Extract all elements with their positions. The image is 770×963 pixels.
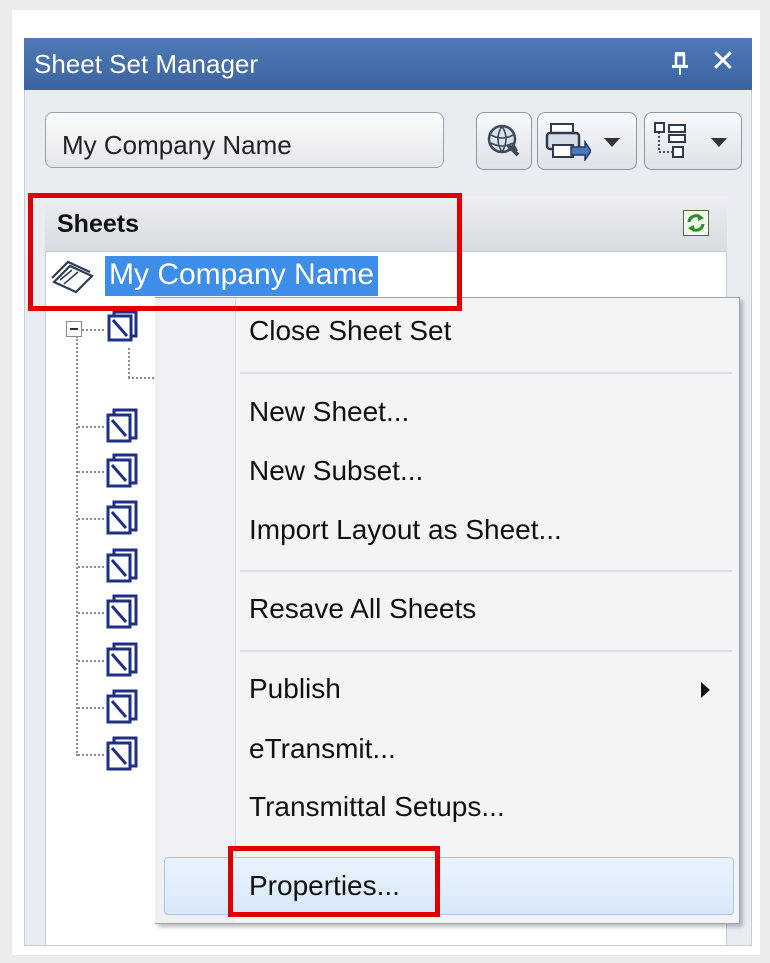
sheet-icon: [106, 594, 138, 629]
pin-icon[interactable]: [666, 48, 694, 83]
tree-connector: [78, 566, 104, 568]
close-icon[interactable]: ✕: [706, 44, 740, 79]
menu-item-new-subset[interactable]: New Subset...: [249, 455, 423, 487]
globe-search-button[interactable]: [476, 112, 532, 170]
menu-item-import-layout[interactable]: Import Layout as Sheet...: [249, 514, 562, 546]
sheet-icon: [106, 453, 138, 488]
menu-gutter-divider: [235, 298, 236, 858]
submenu-arrow-icon: [701, 682, 710, 698]
sheet-icon: [106, 689, 138, 724]
panel-titlebar[interactable]: Sheet Set Manager ✕: [24, 38, 752, 90]
sheet-icon: [106, 408, 138, 443]
subset-icon: [107, 310, 138, 342]
menu-item-publish[interactable]: Publish: [249, 673, 341, 705]
menu-item-transmittal-setups[interactable]: Transmittal Setups...: [249, 791, 505, 823]
highlight-box-sheets-root: [28, 193, 462, 311]
tree-connector: [82, 329, 104, 331]
tree-connector: [128, 377, 154, 379]
sheet-icon: [106, 548, 138, 583]
panel-title: Sheet Set Manager: [34, 49, 259, 79]
view-options-button[interactable]: [644, 112, 742, 170]
publish-button[interactable]: [537, 112, 637, 170]
sheet-icon: [106, 642, 138, 677]
globe-magnifier-icon: [487, 124, 520, 157]
publish-icon: [545, 123, 591, 161]
refresh-icon: [685, 212, 707, 234]
chevron-down-icon: [711, 138, 727, 147]
menu-item-new-sheet[interactable]: New Sheet...: [249, 396, 409, 428]
sheet-icon: [106, 500, 138, 535]
chevron-down-icon: [604, 138, 620, 147]
menu-item-etransmit[interactable]: eTransmit...: [249, 733, 396, 765]
tree-connector: [78, 707, 104, 709]
tree-connector: [78, 518, 104, 520]
tree-connector: [78, 471, 104, 473]
collapse-toggle[interactable]: [66, 321, 82, 337]
menu-item-close-sheet-set[interactable]: Close Sheet Set: [249, 315, 451, 347]
refresh-button[interactable]: [683, 210, 709, 236]
menu-icon-gutter: [155, 298, 235, 923]
tree-connector: [78, 612, 104, 614]
sheet-set-selector[interactable]: My Company Name: [45, 112, 444, 168]
tree-connector: [78, 660, 104, 662]
tree-connector: [78, 426, 104, 428]
menu-separator: [240, 372, 732, 374]
tree-connector: [128, 348, 130, 378]
menu-separator: [240, 650, 732, 652]
menu-separator: [240, 570, 732, 572]
menu-item-resave-all-sheets[interactable]: Resave All Sheets: [249, 593, 476, 625]
tree-connector: [78, 754, 104, 756]
highlight-box-properties: [228, 846, 440, 917]
sheet-icon: [106, 736, 138, 771]
tree-view-icon: [654, 122, 686, 158]
tree-connector: [76, 336, 78, 756]
